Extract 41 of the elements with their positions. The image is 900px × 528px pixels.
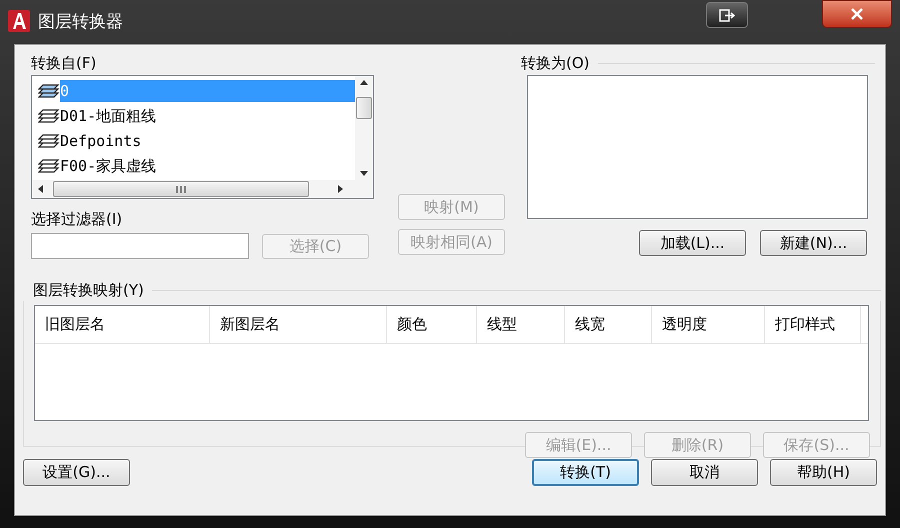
layer-item[interactable]: F00-家具虚线 xyxy=(60,154,156,176)
load-button[interactable]: 加载(L)... xyxy=(639,230,746,256)
layers-icon xyxy=(38,156,60,174)
app-logo-icon xyxy=(8,10,30,32)
up-arrow-icon xyxy=(360,80,368,85)
layers-icon xyxy=(38,82,60,100)
window-title: 图层转换器 xyxy=(38,11,123,34)
grip-icon xyxy=(176,186,186,192)
layer-list[interactable]: 0 D01-地面粗线 Defpoints F00-家具虚线 xyxy=(31,75,374,199)
close-icon xyxy=(850,8,864,20)
new-button[interactable]: 新建(N)... xyxy=(760,230,867,256)
filter-input[interactable] xyxy=(31,233,249,259)
column-header[interactable]: 新图层名 xyxy=(210,306,387,343)
left-arrow-icon xyxy=(38,185,43,193)
cancel-button[interactable]: 取消 xyxy=(651,459,758,486)
group-label: 转换为(O) xyxy=(521,52,590,74)
close-button[interactable] xyxy=(822,0,892,28)
convert-button[interactable]: 转换(T) xyxy=(532,459,639,486)
column-header[interactable]: 线宽 xyxy=(565,306,652,343)
vertical-scrollbar[interactable] xyxy=(355,76,373,180)
layer-item[interactable]: D01-地面粗线 xyxy=(60,104,156,126)
horizontal-scrollbar[interactable] xyxy=(32,180,373,198)
group-label: 转换自(F) xyxy=(31,52,96,74)
settings-button[interactable]: 设置(G)... xyxy=(23,459,130,486)
down-arrow-icon xyxy=(360,171,368,176)
scroll-thumb[interactable] xyxy=(53,181,309,197)
help-button[interactable]: 帮助(H) xyxy=(770,459,877,486)
scroll-thumb[interactable] xyxy=(356,97,372,119)
restore-button[interactable] xyxy=(706,2,748,28)
column-header[interactable]: 颜色 xyxy=(387,306,477,343)
group-label: 图层转换映射(Y) xyxy=(33,280,144,301)
right-arrow-icon xyxy=(338,185,343,193)
column-header[interactable]: 线型 xyxy=(477,306,565,343)
layers-icon xyxy=(38,106,60,124)
layers-icon xyxy=(38,132,60,150)
column-header[interactable]: 旧图层名 xyxy=(35,306,210,343)
exit-icon xyxy=(719,8,735,22)
layer-item[interactable]: Defpoints xyxy=(60,130,142,152)
column-header[interactable]: 透明度 xyxy=(652,306,765,343)
field-label: 选择过滤器(I) xyxy=(31,208,122,230)
column-header[interactable]: 打印样式 xyxy=(765,306,861,343)
